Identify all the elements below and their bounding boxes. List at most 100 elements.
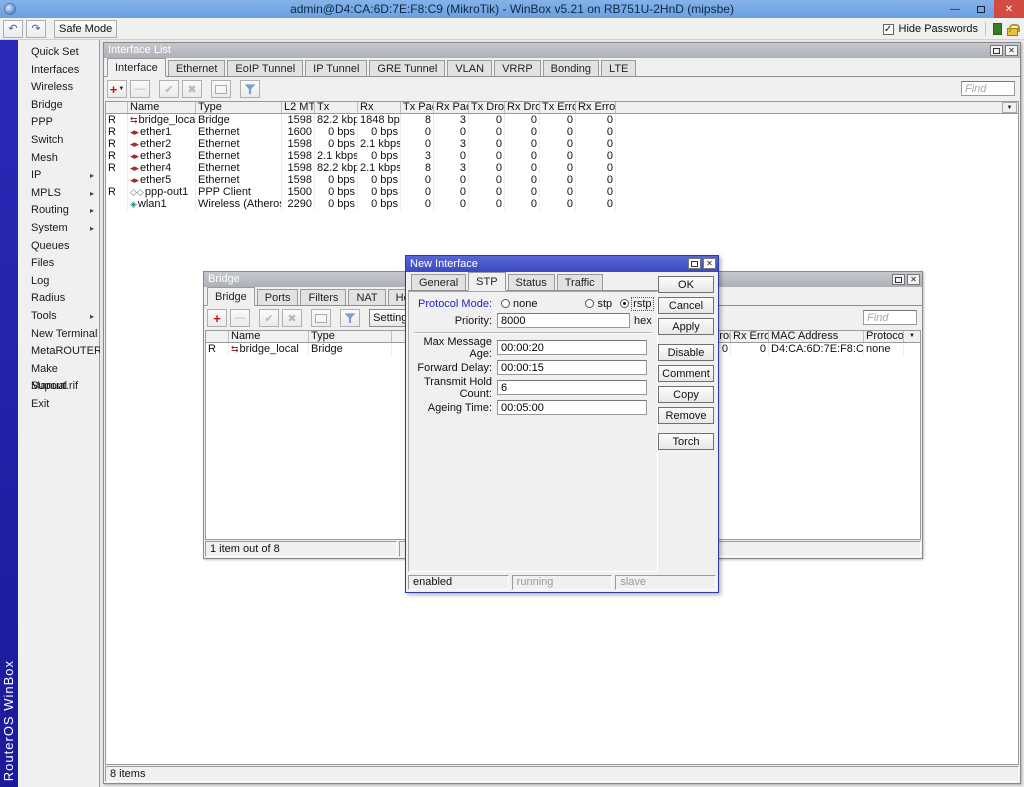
filter-button[interactable]: [240, 80, 260, 98]
radio-option-stp[interactable]: stp: [585, 298, 612, 310]
column-header-tx-drops[interactable]: Tx Drops: [469, 102, 505, 113]
safe-mode-button[interactable]: Safe Mode: [54, 20, 117, 38]
table-row[interactable]: R◂▸ether3Ethernet15982.1 kbps0 bps300000: [106, 150, 1018, 162]
column-header-rx[interactable]: Rx: [358, 102, 401, 113]
filter-button[interactable]: [340, 309, 360, 327]
minimize-button[interactable]: —: [942, 0, 968, 18]
redo-button[interactable]: ↷: [26, 20, 46, 38]
tab-ip-tunnel[interactable]: IP Tunnel: [305, 60, 367, 76]
tab-ethernet[interactable]: Ethernet: [168, 60, 226, 76]
sidebar-item-log[interactable]: Log: [18, 273, 99, 291]
remove-button[interactable]: —: [130, 80, 150, 98]
disable-button[interactable]: ✖: [182, 80, 202, 98]
column-selector-dropdown-icon[interactable]: ▼: [1002, 102, 1017, 113]
sidebar-item-new-terminal[interactable]: New Terminal: [18, 326, 99, 344]
priority-input[interactable]: [497, 313, 630, 328]
sidebar-item-switch[interactable]: Switch: [18, 132, 99, 150]
close-icon[interactable]: ✕: [1005, 45, 1018, 56]
tab-general[interactable]: General: [411, 274, 466, 290]
ok-button[interactable]: OK: [658, 276, 714, 293]
tab-vlan[interactable]: VLAN: [447, 60, 492, 76]
sidebar-item-radius[interactable]: Radius: [18, 290, 99, 308]
tab-status[interactable]: Status: [508, 274, 555, 290]
sidebar-item-ppp[interactable]: PPP: [18, 114, 99, 132]
tab-traffic[interactable]: Traffic: [557, 274, 603, 290]
forward-delay-input[interactable]: [497, 360, 647, 375]
cancel-button[interactable]: Cancel: [658, 297, 714, 314]
column-header-name[interactable]: Name: [128, 102, 196, 113]
comment-button[interactable]: Comment: [658, 365, 714, 382]
add-button[interactable]: +: [207, 309, 227, 327]
tab-bridge[interactable]: Bridge: [207, 287, 255, 306]
tab-eoip-tunnel[interactable]: EoIP Tunnel: [227, 60, 303, 76]
table-row[interactable]: R◂▸ether1Ethernet16000 bps0 bps000000: [106, 126, 1018, 138]
column-flag[interactable]: [106, 102, 128, 113]
disable-button[interactable]: Disable: [658, 344, 714, 361]
sidebar-item-queues[interactable]: Queues: [18, 238, 99, 256]
sidebar-item-system[interactable]: System▸: [18, 220, 99, 238]
column-header-tx[interactable]: Tx: [315, 102, 358, 113]
column-header-type[interactable]: Type: [309, 331, 392, 342]
hide-passwords-checkbox[interactable]: ✓: [883, 24, 894, 35]
max-message-age-input[interactable]: [497, 340, 647, 355]
column-header-rx-errors[interactable]: Rx Errors: [576, 102, 616, 113]
disable-button[interactable]: ✖: [282, 309, 302, 327]
apply-button[interactable]: Apply: [658, 318, 714, 335]
undo-button[interactable]: ↶: [3, 20, 23, 38]
sidebar-item-mesh[interactable]: Mesh: [18, 150, 99, 168]
sidebar-item-mpls[interactable]: MPLS▸: [18, 185, 99, 203]
tab-bonding[interactable]: Bonding: [543, 60, 599, 76]
radio-option-none[interactable]: none: [501, 298, 537, 310]
column-header-protoco[interactable]: Protoco...: [864, 331, 904, 342]
column-header-l2-mtu[interactable]: L2 MTU: [282, 102, 315, 113]
transmit-hold-count-input[interactable]: [497, 380, 647, 395]
enable-button[interactable]: ✔: [259, 309, 279, 327]
column-header-rx-pac[interactable]: Rx Pac...: [434, 102, 469, 113]
restore-icon[interactable]: [688, 258, 701, 269]
column-selector-dropdown-icon[interactable]: ▼: [904, 331, 920, 342]
column-header-rx-errors[interactable]: Rx Errors: [731, 331, 769, 342]
close-icon[interactable]: ✕: [907, 274, 920, 285]
column-flag[interactable]: [206, 331, 229, 342]
sidebar-item-make-supout-rif[interactable]: Make Supout.rif: [18, 361, 99, 379]
enable-button[interactable]: ✔: [159, 80, 179, 98]
sidebar-item-routing[interactable]: Routing▸: [18, 202, 99, 220]
tab-vrrp[interactable]: VRRP: [494, 60, 541, 76]
sidebar-item-manual[interactable]: Manual: [18, 378, 99, 396]
copy-button[interactable]: Copy: [658, 386, 714, 403]
column-header-name[interactable]: Name: [229, 331, 309, 342]
table-row[interactable]: ◂▸ether5Ethernet15980 bps0 bps000000: [106, 174, 1018, 186]
add-button[interactable]: +▼: [107, 80, 127, 98]
radio-rstp-icon[interactable]: [620, 299, 629, 308]
tab-filters[interactable]: Filters: [300, 289, 346, 305]
column-header-type[interactable]: Type: [196, 102, 282, 113]
radio-none-icon[interactable]: [501, 299, 510, 308]
radio-option-rstp[interactable]: rstp: [620, 298, 652, 310]
column-header-tx-pac[interactable]: Tx Pac...: [401, 102, 434, 113]
tab-lte[interactable]: LTE: [601, 60, 636, 76]
table-row[interactable]: R◇◇ppp-out1PPP Client15000 bps0 bps00000…: [106, 186, 1018, 198]
sidebar-item-ip[interactable]: IP▸: [18, 167, 99, 185]
find-input[interactable]: [961, 81, 1015, 96]
remove-button[interactable]: Remove: [658, 407, 714, 424]
close-icon[interactable]: ✕: [703, 258, 716, 269]
tab-interface[interactable]: Interface: [107, 58, 166, 77]
find-input[interactable]: [863, 310, 917, 325]
table-row[interactable]: R◂▸ether4Ethernet159882.2 kbps2.1 kbps83…: [106, 162, 1018, 174]
column-header-mac-address[interactable]: MAC Address: [769, 331, 864, 342]
restore-icon[interactable]: [892, 274, 905, 285]
tab-ports[interactable]: Ports: [257, 289, 299, 305]
torch-button[interactable]: Torch: [658, 433, 714, 450]
tab-nat[interactable]: NAT: [348, 289, 385, 305]
sidebar-item-bridge[interactable]: Bridge: [18, 97, 99, 115]
sidebar-item-files[interactable]: Files: [18, 255, 99, 273]
sidebar-item-interfaces[interactable]: Interfaces: [18, 62, 99, 80]
restore-icon[interactable]: [990, 45, 1003, 56]
column-header-rx-drops[interactable]: Rx Drops: [505, 102, 540, 113]
restore-button[interactable]: [968, 0, 994, 18]
comment-button[interactable]: [311, 309, 331, 327]
table-row[interactable]: R⇆bridge_localBridge159882.2 kbps1848 bp…: [106, 114, 1018, 126]
radio-stp-icon[interactable]: [585, 299, 594, 308]
sidebar-item-tools[interactable]: Tools▸: [18, 308, 99, 326]
comment-button[interactable]: [211, 80, 231, 98]
